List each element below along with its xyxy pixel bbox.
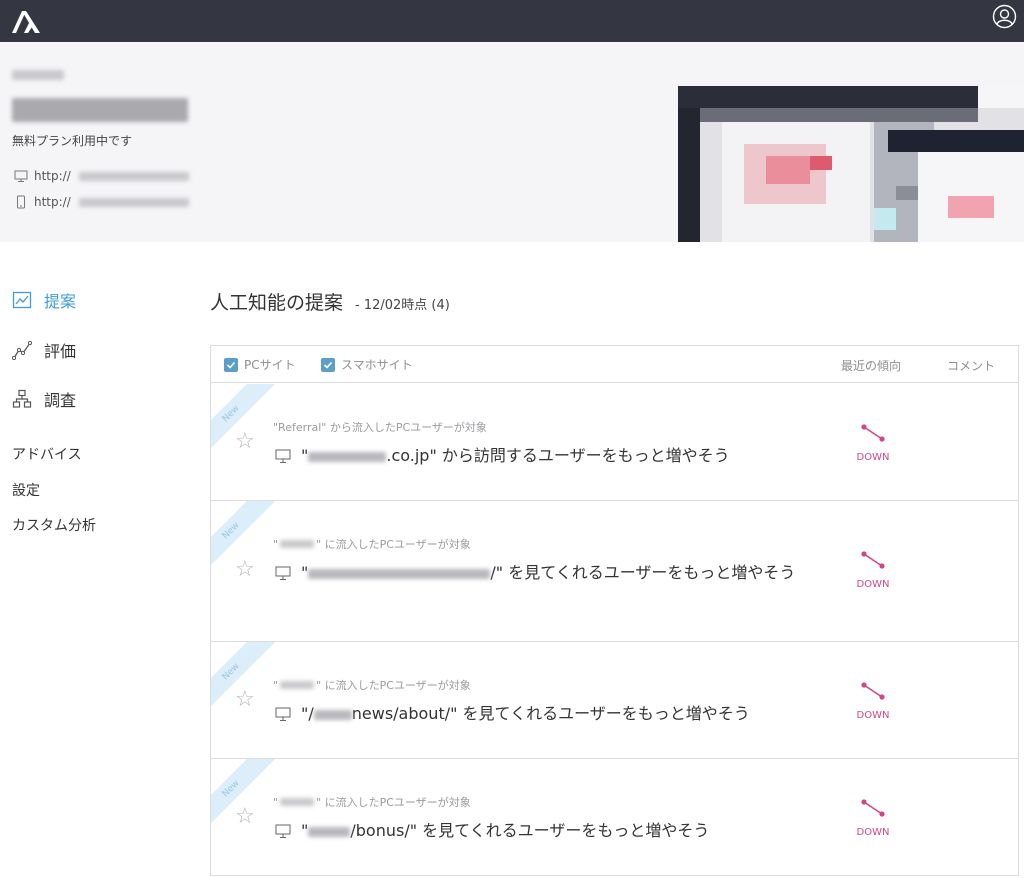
monitor-icon (14, 170, 28, 182)
suggestion-row[interactable]: New ☆ " " に流入したPCユーザーが対象 "/bonus/" を見てくれる… (211, 759, 1018, 875)
suggestion-text[interactable]: "/bonus/" を見てくれるユーザーをもっと増やそう (275, 819, 815, 843)
star-icon[interactable]: ☆ (235, 804, 255, 829)
monitor-icon (275, 824, 291, 838)
app-logo[interactable] (10, 7, 42, 35)
panel-header: PCサイト スマホサイト 最近の傾向 コメント (211, 346, 1018, 383)
sp-url-row[interactable]: http:// (14, 194, 189, 210)
checkbox-label: PCサイト (244, 358, 296, 372)
trend-down-icon (861, 551, 885, 569)
site-thumbnail (678, 86, 1024, 242)
star-icon[interactable]: ☆ (235, 429, 255, 454)
target-audience: "Referral" から流入したPCユーザーが対象 (273, 421, 487, 434)
pc-url-blurred (78, 171, 189, 181)
star-icon[interactable]: ☆ (235, 687, 255, 712)
sidebar-item-custom-analysis[interactable]: カスタム分析 (12, 515, 96, 535)
chart-line-icon (12, 291, 32, 309)
trend-label: DOWN (856, 452, 890, 463)
trend-indicator[interactable]: DOWN (849, 680, 897, 721)
sp-url-blurred (78, 197, 189, 207)
page-title: 人工知能の提案 (210, 292, 344, 314)
suggestion-text[interactable]: " .co.jp" から訪問するユーザーをもっと増やそう (275, 444, 815, 468)
target-audience: " " に流入したPCユーザーが対象 (273, 678, 471, 693)
top-bar (0, 0, 1024, 42)
sidebar-item-label: 提案 (44, 292, 77, 311)
trend-line-icon (12, 340, 32, 360)
trend-label: DOWN (856, 579, 890, 590)
trend-label: DOWN (856, 827, 890, 838)
checkbox-checked-icon (224, 357, 238, 372)
suggestion-row[interactable]: New ☆ " " に流入したPCユーザーが対象 "/news/about/" を… (211, 642, 1018, 759)
site-owner-blurred (12, 70, 64, 80)
smartphone-icon (17, 195, 25, 209)
pc-url: http:// (34, 169, 71, 183)
column-header-comment: コメント (947, 359, 996, 373)
star-icon[interactable]: ☆ (235, 557, 255, 582)
checkbox-checked-icon (321, 357, 335, 372)
sp-url: http:// (34, 195, 71, 209)
suggestion-panel: PCサイト スマホサイト 最近の傾向 コメント New ☆ "Referral"… (210, 345, 1019, 876)
sidebar-item-label: 評価 (44, 342, 77, 361)
sidebar-item-proposals[interactable]: 提案 (12, 288, 76, 312)
blurred-domain (308, 451, 387, 462)
monitor-icon (275, 707, 291, 721)
pc-url-row[interactable]: http:// (14, 168, 189, 184)
trend-indicator[interactable]: DOWN (849, 797, 897, 838)
trend-indicator[interactable]: DOWN (849, 549, 897, 590)
suggestion-text[interactable]: "/" を見てくれるユーザーをもっと増やそう (275, 561, 815, 585)
pc-site-checkbox[interactable]: PCサイト (224, 356, 296, 373)
blurred-path (308, 568, 491, 579)
trend-indicator[interactable]: DOWN (849, 422, 897, 463)
target-audience: " " に流入したPCユーザーが対象 (273, 537, 471, 552)
suggestion-text[interactable]: "/news/about/" を見てくれるユーザーをもっと増やそう (275, 702, 815, 726)
sidebar-item-research[interactable]: 調査 (12, 387, 76, 411)
blurred-source (280, 540, 315, 548)
blurred-source (280, 681, 315, 689)
suggestion-row[interactable]: New ☆ "Referral" から流入したPCユーザーが対象 " .co.jp… (211, 384, 1018, 501)
monitor-icon (275, 449, 291, 463)
monitor-icon (275, 566, 291, 580)
user-icon[interactable] (992, 4, 1017, 29)
sidebar-item-label: 調査 (44, 391, 77, 410)
blurred-path (313, 709, 352, 720)
checkbox-label: スマホサイト (341, 358, 413, 372)
site-profile-header: 無料プラン利用中です http:// http:// (0, 42, 1024, 242)
sidebar-item-advice[interactable]: アドバイス (12, 444, 82, 464)
column-header-trend: 最近の傾向 (841, 359, 902, 373)
trend-label: DOWN (856, 710, 890, 721)
sitemap-icon (12, 389, 32, 408)
trend-down-icon (861, 682, 885, 700)
trend-down-icon (861, 424, 885, 442)
blurred-source (280, 798, 315, 806)
page-heading: 人工知能の提案 - 12/02時点 (4) (210, 288, 450, 315)
sidebar-item-settings[interactable]: 設定 (12, 480, 40, 500)
sidebar-item-evaluation[interactable]: 評価 (12, 338, 76, 362)
suggestion-row[interactable]: New ☆ " " に流入したPCユーザーが対象 "/" を見てくれるユーザーをも… (211, 501, 1018, 642)
trend-down-icon (861, 799, 885, 817)
sp-site-checkbox[interactable]: スマホサイト (321, 356, 413, 373)
page-subtitle: - 12/02時点 (4) (355, 298, 450, 313)
target-audience: " " に流入したPCユーザーが対象 (273, 795, 471, 810)
sidebar: 提案 評価 調査 アドバイス 設定 カスタム分析 (0, 242, 190, 878)
site-name-blurred (12, 98, 188, 122)
blurred-path (308, 826, 351, 837)
plan-status: 無料プラン利用中です (12, 134, 133, 148)
